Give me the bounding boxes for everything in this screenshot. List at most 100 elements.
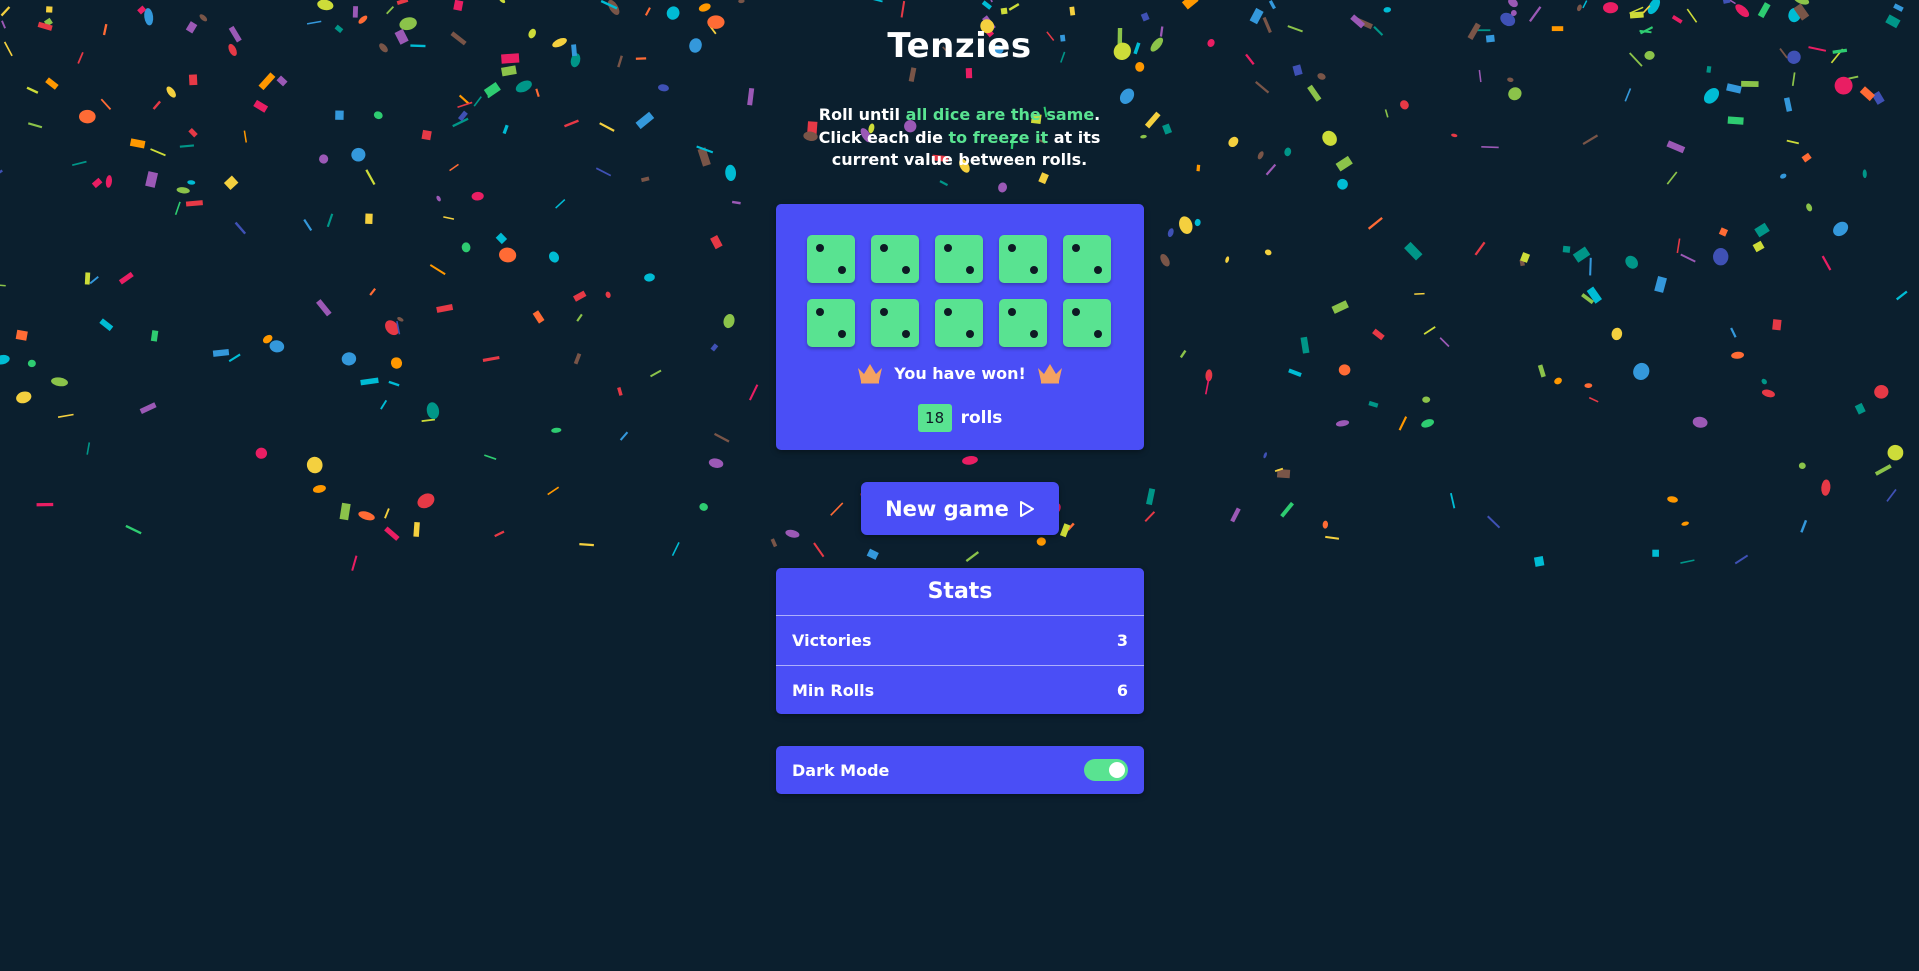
confetti-piece <box>1422 396 1431 403</box>
confetti-piece <box>1528 6 1542 23</box>
confetti-piece <box>51 377 68 387</box>
confetti-piece <box>1404 241 1423 261</box>
confetti-piece <box>1181 0 1199 10</box>
confetti-piece <box>650 369 662 378</box>
confetti-piece <box>494 530 505 538</box>
confetti-piece <box>1821 255 1832 271</box>
confetti-piece <box>666 6 680 20</box>
die-4[interactable] <box>999 235 1047 283</box>
confetti-piece <box>708 458 724 468</box>
die-pip <box>902 266 910 274</box>
confetti-piece <box>1730 327 1737 338</box>
stats-value: 3 <box>1116 631 1128 650</box>
confetti-piece <box>1806 203 1813 212</box>
confetti-piece <box>1069 6 1076 16</box>
die-7[interactable] <box>871 299 919 347</box>
page-title: Tenzies <box>887 26 1032 66</box>
confetti-piece <box>640 176 650 183</box>
confetti-piece <box>1533 556 1545 567</box>
confetti-piece <box>939 180 949 187</box>
die-10[interactable] <box>1063 299 1111 347</box>
confetti-piece <box>1731 351 1745 359</box>
confetti-piece <box>1331 300 1349 314</box>
confetti-piece <box>1307 84 1322 102</box>
confetti-piece <box>384 508 390 519</box>
confetti-piece <box>1225 256 1230 263</box>
confetti-piece <box>551 427 562 433</box>
confetti-piece <box>421 418 436 423</box>
confetti-piece <box>770 538 778 548</box>
confetti-piece <box>1478 69 1482 83</box>
dark-mode-label: Dark Mode <box>792 760 890 780</box>
confetti-piece <box>223 175 239 190</box>
confetti-piece <box>384 526 400 541</box>
crown-icon <box>858 364 883 384</box>
die-6[interactable] <box>807 299 855 347</box>
confetti-piece <box>1337 178 1348 190</box>
die-5[interactable] <box>1063 235 1111 283</box>
confetti-piece <box>341 352 357 366</box>
confetti-piece <box>1300 336 1310 354</box>
confetti-piece <box>1582 0 1588 9</box>
confetti-piece <box>484 454 497 461</box>
confetti-piece <box>1833 221 1849 237</box>
stats-label: Victories <box>792 631 872 650</box>
confetti-piece <box>1624 88 1632 102</box>
toggle-knob <box>1109 762 1125 778</box>
instructions-highlight-same: all dice are the same <box>905 105 1095 124</box>
die-pip <box>880 308 888 316</box>
confetti-piece <box>1735 4 1750 18</box>
confetti-piece <box>45 6 53 13</box>
dark-mode-toggle[interactable] <box>1084 759 1128 781</box>
confetti-piece <box>1874 385 1889 399</box>
die-8[interactable] <box>935 299 983 347</box>
confetti-piece <box>57 413 74 418</box>
confetti-piece <box>15 329 28 341</box>
confetti-piece <box>1000 7 1008 15</box>
confetti-piece <box>738 0 745 4</box>
confetti-piece <box>1871 91 1885 105</box>
die-1[interactable] <box>807 235 855 283</box>
confetti-piece <box>1204 376 1210 395</box>
confetti-piece <box>619 431 629 441</box>
confetti-piece <box>1666 171 1678 185</box>
die-3[interactable] <box>935 235 983 283</box>
new-game-button[interactable]: New game <box>861 482 1059 535</box>
die-pip <box>1094 330 1102 338</box>
confetti-piece <box>1642 5 1651 14</box>
die-pip <box>1030 330 1038 338</box>
confetti-piece <box>1059 523 1071 538</box>
confetti-piece <box>1562 245 1571 253</box>
die-pip <box>1072 244 1080 252</box>
confetti-piece <box>965 67 973 79</box>
confetti-piece <box>699 503 708 511</box>
confetti-piece <box>747 87 755 106</box>
confetti-piece <box>36 502 54 507</box>
confetti-piece <box>303 218 313 232</box>
confetti-piece <box>187 180 196 185</box>
confetti-piece <box>388 380 400 387</box>
confetti-piece <box>1368 400 1379 408</box>
die-2[interactable] <box>871 235 919 283</box>
confetti-piece <box>118 271 134 285</box>
confetti-piece <box>125 524 142 535</box>
die-9[interactable] <box>999 299 1047 347</box>
game-board: You have won! 18 rolls <box>776 204 1144 450</box>
confetti-piece <box>84 272 91 285</box>
confetti-piece <box>573 290 587 302</box>
confetti-piece <box>1629 11 1644 19</box>
confetti-piece <box>139 402 157 414</box>
confetti-piece <box>487 87 501 99</box>
crown-icon <box>1037 364 1062 384</box>
confetti-piece <box>573 352 582 365</box>
confetti-piece <box>1680 253 1696 263</box>
confetti-piece <box>1508 87 1522 101</box>
win-message: You have won! <box>776 362 1144 384</box>
confetti-piece <box>16 391 32 404</box>
confetti-piece <box>1680 559 1695 564</box>
confetti-piece <box>698 3 711 12</box>
confetti-piece <box>365 213 373 224</box>
confetti-piece <box>1520 252 1531 263</box>
confetti-piece <box>1887 444 1904 461</box>
confetti-piece <box>385 320 400 336</box>
